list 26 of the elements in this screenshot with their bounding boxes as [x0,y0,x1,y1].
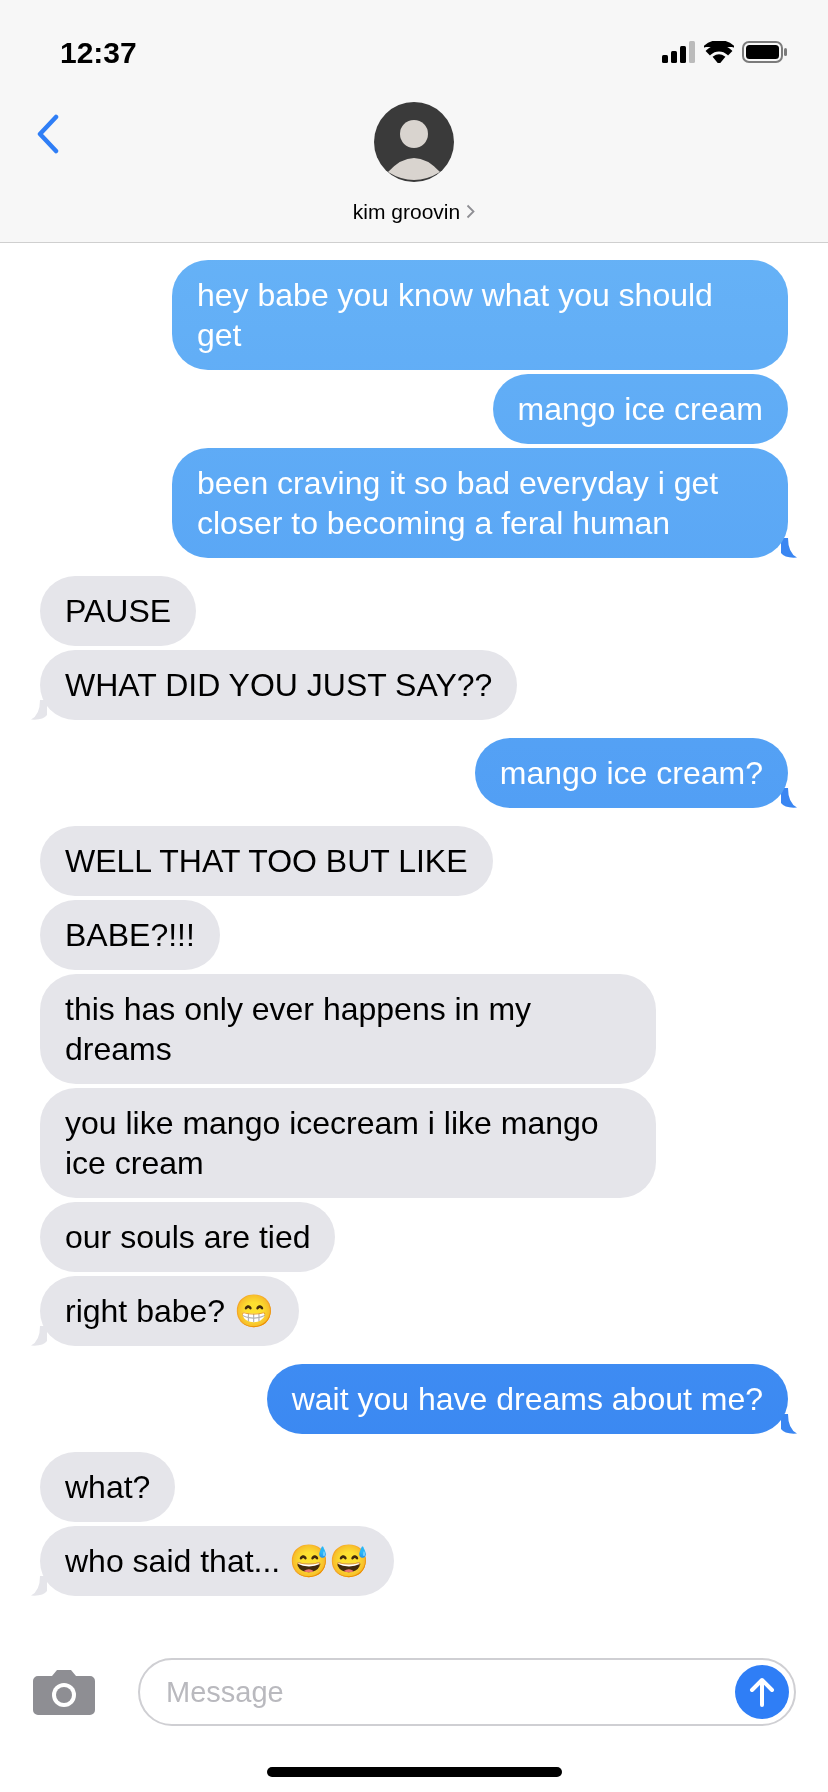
message-field[interactable]: Message [138,1658,796,1726]
signal-icon [662,41,696,63]
message-bubble: what? [40,1452,176,1522]
message-bubble: our souls are tied [40,1202,336,1272]
message-bubble: BABE?!!! [40,900,220,970]
wifi-icon [704,41,734,63]
message-bubble: mango ice cream? [474,738,788,808]
message-bubble: wait you have dreams about me? [266,1364,788,1434]
message-bubble: PAUSE [40,576,197,646]
send-icon[interactable] [735,1665,789,1719]
contact-name-button[interactable]: kim groovin [352,196,476,228]
message-bubble: this has only ever happens in my dreams [40,974,656,1084]
message-bubble: mango ice cream [492,374,788,444]
message-bubble: right babe? 😁 [40,1276,299,1346]
message-bubble: been craving it so bad everyday i get closer to becoming a feral human [172,448,788,558]
message-bubble: you like mango icecream i like mango ice cream [40,1088,656,1198]
battery-icon [742,41,788,63]
message-bubble: WHAT DID YOU JUST SAY?? [40,650,518,720]
camera-icon[interactable] [32,1668,96,1716]
avatar-icon[interactable] [374,102,454,182]
message-bubble: who said that... 😅😅 [40,1526,395,1596]
chevron-icon [466,204,476,220]
message-bubble: hey babe you know what you should get [172,260,788,370]
message-bubble: WELL THAT TOO BUT LIKE [40,826,493,896]
back-icon [36,114,60,154]
status-time: 12:37 [60,34,137,71]
